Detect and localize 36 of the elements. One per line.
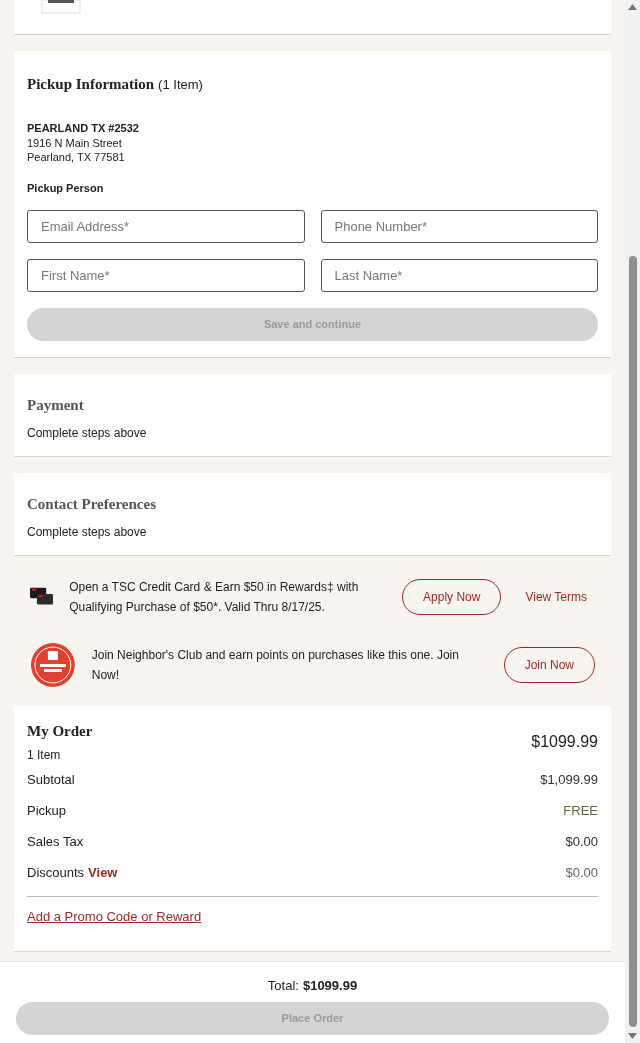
order-total: $1099.99: [531, 731, 598, 752]
view-link[interactable]: View: [88, 862, 118, 883]
offer-text: Join Neighbor's Club and earn points on purchases like this one. Join Now!: [91, 646, 460, 684]
store-address: Pearland, TX 77581: [27, 150, 126, 164]
item-count: (1 Item): [158, 76, 203, 94]
scroll-down-icon[interactable]: [628, 1033, 637, 1039]
line-label: Sales Tax: [27, 832, 84, 851]
input-field[interactable]: Phone Number*: [320, 209, 598, 243]
section-title: Contact Preferences: [27, 494, 157, 514]
line-label: Subtotal: [27, 770, 75, 789]
line-label: Pickup: [27, 801, 67, 820]
store-address: 1916 N Main Street: [27, 136, 123, 150]
promo-code-link[interactable]: Add a Promo Code or Reward: [27, 909, 202, 924]
step-note: Complete steps above: [27, 425, 148, 442]
scrollbar-thumb[interactable]: [628, 256, 637, 1027]
pickup-person-label: Pickup Person: [27, 181, 105, 196]
section-title: My Order: [27, 721, 93, 741]
section-title: Pickup Information: [27, 75, 155, 94]
total-label: Total:: [267, 976, 299, 995]
total-value: $1099.99: [302, 976, 358, 995]
input-field[interactable]: Email Address*: [27, 209, 305, 243]
line-value: $0.00: [565, 863, 598, 882]
item-count: 1 Item: [27, 747, 62, 764]
line-value: FREE: [563, 801, 598, 820]
club-badge-icon: [30, 641, 76, 688]
scroll-up-icon[interactable]: [628, 4, 637, 10]
input-field[interactable]: First Name*: [27, 258, 305, 292]
store-name: PEARLAND TX #2532: [27, 120, 140, 136]
line-label: Discounts: [27, 863, 85, 882]
line-value: $1,099.99: [540, 770, 598, 789]
view-terms-link[interactable]: View Terms: [525, 587, 587, 606]
section-title: Payment: [27, 395, 85, 415]
offer-text: Open a TSC Credit Card & Earn $50 in Rewards‡ with Qualifying Purchase of $50*. Valid Thru 8/17/25.: [69, 578, 360, 616]
step-note: Complete steps above: [27, 524, 148, 541]
input-field[interactable]: Last Name*: [320, 258, 598, 292]
line-value: $0.00: [565, 832, 598, 851]
